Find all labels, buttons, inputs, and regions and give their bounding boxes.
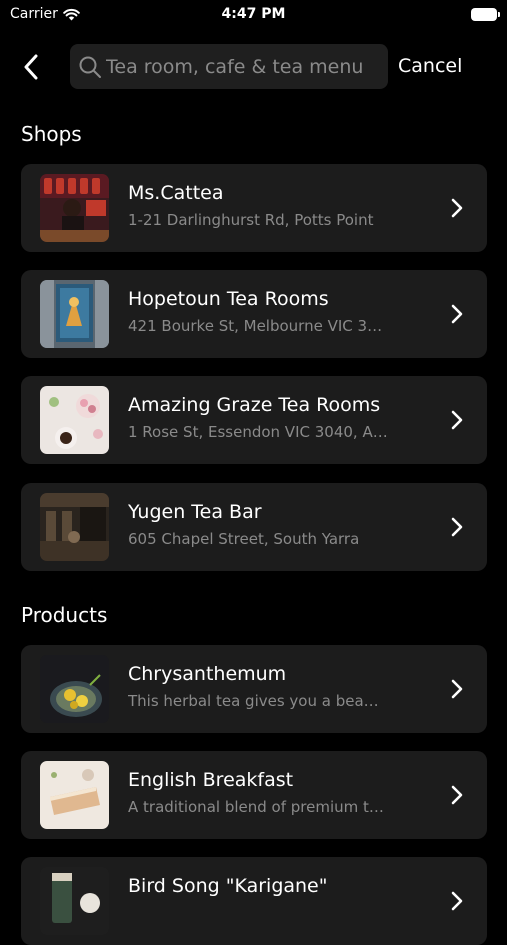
cancel-button[interactable]: Cancel <box>398 55 462 77</box>
shop-thumbnail <box>40 280 109 348</box>
search-bar[interactable] <box>70 44 388 89</box>
product-thumbnail <box>40 761 109 829</box>
product-name: English Breakfast <box>128 769 294 791</box>
product-thumbnail <box>40 655 109 723</box>
shop-thumbnail <box>40 386 109 454</box>
shop-card-ms-cattea[interactable]: Ms.Cattea 1-21 Darlinghurst Rd, Potts Po… <box>21 164 487 252</box>
shop-card-amazing-graze-tea-rooms[interactable]: Amazing Graze Tea Rooms 1 Rose St, Essen… <box>21 376 487 464</box>
battery-icon <box>471 8 500 21</box>
chevron-right-icon <box>451 410 463 430</box>
shop-card-yugen-tea-bar[interactable]: Yugen Tea Bar 605 Chapel Street, South Y… <box>21 483 487 571</box>
product-thumbnail <box>40 867 109 935</box>
chevron-right-icon <box>451 891 463 911</box>
product-card-chrysanthemum[interactable]: Chrysanthemum This herbal tea gives you … <box>21 645 487 733</box>
product-description: This herbal tea gives you a beautiful <box>128 692 388 710</box>
shop-address: 421 Bourke St, Melbourne VIC 3000 <box>128 317 388 335</box>
section-title-shops: Shops <box>21 122 82 146</box>
shop-thumbnail <box>40 174 109 242</box>
chevron-right-icon <box>451 679 463 699</box>
shop-name: Hopetoun Tea Rooms <box>128 288 329 310</box>
product-description: A traditional blend of premium teas <box>128 798 388 816</box>
chevron-right-icon <box>451 304 463 324</box>
product-card-bird-song-karigane[interactable]: Bird Song "Karigane" <box>21 857 487 945</box>
shop-card-hopetoun-tea-rooms[interactable]: Hopetoun Tea Rooms 421 Bourke St, Melbou… <box>21 270 487 358</box>
chevron-right-icon <box>451 517 463 537</box>
status-bar: Carrier 4:47 PM <box>0 0 507 30</box>
chevron-right-icon <box>451 198 463 218</box>
chevron-left-icon <box>24 54 38 80</box>
shop-name: Amazing Graze Tea Rooms <box>128 394 381 416</box>
shop-name: Yugen Tea Bar <box>128 501 262 523</box>
product-card-english-breakfast[interactable]: English Breakfast A traditional blend of… <box>21 751 487 839</box>
product-name: Chrysanthemum <box>128 663 287 685</box>
shop-address: 1 Rose St, Essendon VIC 3040, Australia <box>128 423 388 441</box>
back-button[interactable] <box>16 52 46 82</box>
status-time: 4:47 PM <box>221 6 286 22</box>
chevron-right-icon <box>451 785 463 805</box>
shop-address: 1-21 Darlinghurst Rd, Potts Point <box>128 211 374 229</box>
shop-address: 605 Chapel Street, South Yarra <box>128 530 360 548</box>
search-header: Cancel <box>0 44 507 90</box>
product-name: Bird Song "Karigane" <box>128 875 328 897</box>
search-icon <box>79 56 101 78</box>
section-title-products: Products <box>21 603 108 627</box>
shop-name: Ms.Cattea <box>128 182 224 204</box>
search-input[interactable] <box>102 55 388 78</box>
shop-thumbnail <box>40 493 109 561</box>
